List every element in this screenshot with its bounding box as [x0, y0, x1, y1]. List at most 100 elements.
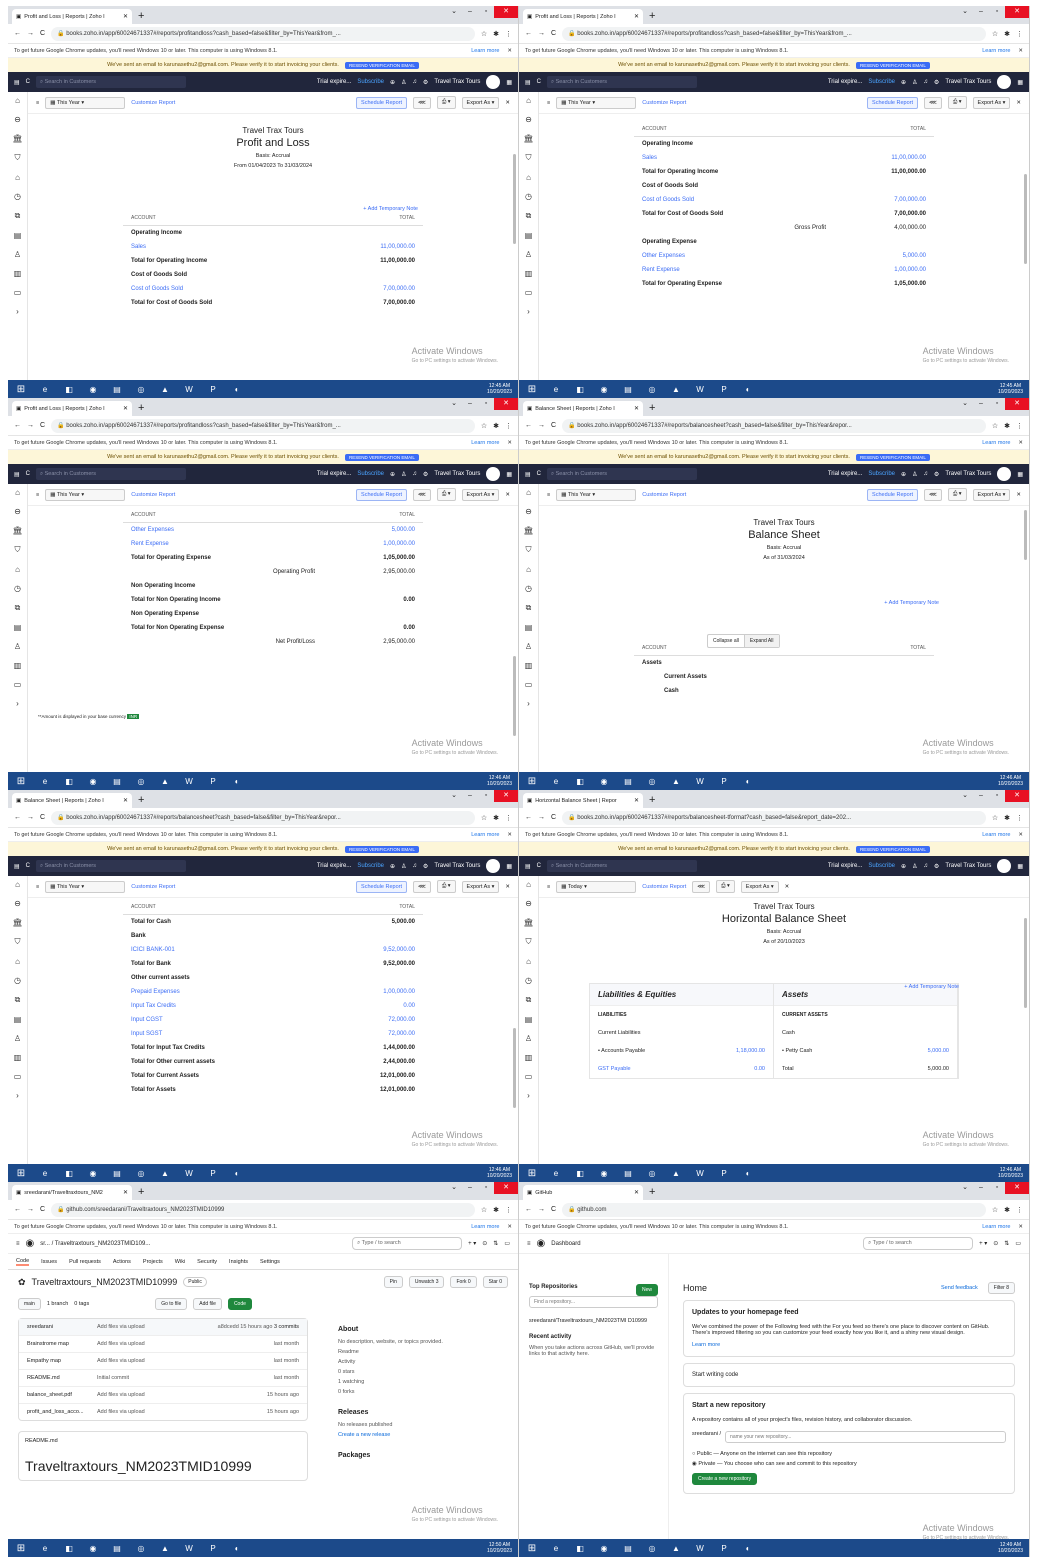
close-tab-icon[interactable]: ✕: [634, 405, 639, 412]
search-input[interactable]: ⌕ Search in Customers: [36, 860, 187, 872]
new-tab-button[interactable]: +: [138, 1185, 144, 1200]
file-name[interactable]: Brainstrome map: [27, 1341, 97, 1347]
reload-icon[interactable]: C: [551, 422, 556, 429]
close-icon[interactable]: ✕: [1005, 398, 1029, 410]
powerpoint-icon[interactable]: P: [717, 1542, 731, 1554]
ie-icon[interactable]: e: [549, 1167, 563, 1179]
gst-payable-row[interactable]: GST Payable 0.00: [590, 1060, 773, 1078]
reports-icon[interactable]: ▤: [525, 1015, 533, 1024]
org-switcher[interactable]: Travel Trax Tours: [434, 863, 480, 869]
tab-insights[interactable]: Insights: [229, 1259, 248, 1265]
inbox-icon[interactable]: ▭: [1015, 1240, 1021, 1247]
inbox-icon[interactable]: ▭: [504, 1240, 510, 1247]
search-input[interactable]: ⌕ Search in Customers: [547, 76, 698, 88]
org-switcher[interactable]: Travel Trax Tours: [945, 863, 991, 869]
schedule-report-button[interactable]: Schedule Report: [356, 488, 408, 501]
unwatch-button[interactable]: Unwatch 3: [408, 1276, 445, 1288]
gear-icon[interactable]: ⚙: [423, 863, 428, 870]
period-select[interactable]: ▦ Today ▾: [556, 880, 637, 893]
box-icon[interactable]: ▭: [14, 680, 22, 689]
hamburger-icon[interactable]: ≡: [36, 492, 39, 498]
word-icon[interactable]: W: [693, 383, 707, 395]
vlc-icon[interactable]: ▲: [158, 383, 172, 395]
repo-name[interactable]: Traveltraxtours_NM2023TMID10999: [32, 1277, 178, 1287]
report-row[interactable]: Cost of Goods Sold 7,00,000.00: [123, 282, 423, 296]
commit-hash[interactable]: a8dcedd: [218, 1324, 239, 1330]
chrome-icon[interactable]: ◎: [134, 1167, 148, 1179]
file-commit[interactable]: Add files via upload: [97, 1358, 274, 1364]
time-icon[interactable]: ◷: [525, 584, 532, 593]
share-icon[interactable]: ⋘: [924, 488, 942, 501]
learn-more-link[interactable]: Learn more: [982, 440, 1010, 446]
clock[interactable]: 12:49 AM 10/20/2023: [998, 1542, 1023, 1554]
paint-icon[interactable]: ◐: [230, 775, 244, 787]
contacts-icon[interactable]: ⊖: [14, 899, 21, 908]
plus-icon[interactable]: ⊕: [901, 471, 906, 478]
url-bar[interactable]: 🔒 books.zoho.in/app/60024671337#/reports…: [51, 418, 475, 433]
browser-tab[interactable]: ▣ Profit and Loss | Reports | Zoho I ✕: [12, 401, 132, 416]
close-tab-icon[interactable]: ✕: [634, 797, 639, 804]
hamburger-icon[interactable]: ≡: [36, 884, 39, 890]
paint-icon[interactable]: ◐: [230, 1167, 244, 1179]
home-icon[interactable]: ⌂: [526, 488, 531, 497]
windows-start-icon[interactable]: ⊞: [525, 1542, 539, 1554]
menu-icon[interactable]: ⋮: [505, 814, 512, 822]
windows-start-icon[interactable]: ⊞: [525, 1167, 539, 1179]
add-temp-note-link[interactable]: + Add Temporary Note: [363, 206, 418, 212]
menu-icon[interactable]: ⋮: [505, 1206, 512, 1214]
star-icon[interactable]: ☆: [992, 422, 998, 430]
share-icon[interactable]: ⋘: [413, 96, 431, 109]
purchases-icon[interactable]: ⌂: [526, 565, 531, 574]
word-icon[interactable]: W: [182, 1542, 196, 1554]
commits-link[interactable]: 3 commits: [274, 1324, 299, 1330]
customize-report-link[interactable]: Customize Report: [642, 884, 686, 890]
extensions-icon[interactable]: ✱: [493, 814, 499, 822]
maximize-icon[interactable]: ▫: [478, 398, 494, 410]
paint-icon[interactable]: ◐: [741, 1167, 755, 1179]
purchases-icon[interactable]: ⌂: [15, 565, 20, 574]
minimize-icon[interactable]: –: [462, 398, 478, 410]
close-infobar-icon[interactable]: ✕: [1018, 1224, 1023, 1230]
forward-icon[interactable]: →: [538, 1206, 545, 1213]
file-row[interactable]: balance_sheet.pdf Add files via upload 15 …: [19, 1386, 307, 1403]
bank-icon[interactable]: 🏛: [12, 526, 22, 535]
close-icon[interactable]: ✕: [494, 790, 518, 802]
hamburger-icon[interactable]: ≡: [16, 1241, 20, 1247]
forks-link[interactable]: 0 forks: [338, 1389, 498, 1395]
refresh-icon[interactable]: C: [26, 79, 30, 85]
close-infobar-icon[interactable]: ✕: [507, 1224, 512, 1230]
purchases-icon[interactable]: ⌂: [526, 173, 531, 182]
extensions-icon[interactable]: ✱: [1004, 30, 1010, 38]
customize-report-link[interactable]: Customize Report: [642, 492, 686, 498]
expand-icon[interactable]: ›: [527, 1091, 530, 1100]
ie-icon[interactable]: e: [549, 1542, 563, 1554]
people-icon[interactable]: ♙: [401, 863, 406, 870]
back-icon[interactable]: ←: [525, 814, 532, 821]
org-switcher[interactable]: Travel Trax Tours: [434, 471, 480, 477]
file-name[interactable]: Empathy map: [27, 1358, 97, 1364]
close-tab-icon[interactable]: ✕: [123, 405, 128, 412]
maximize-icon[interactable]: ▫: [989, 6, 1005, 18]
customize-report-link[interactable]: Customize Report: [131, 100, 175, 106]
export-button[interactable]: Export As ▾: [972, 96, 1011, 109]
star-icon[interactable]: ☆: [992, 1206, 998, 1214]
new-tab-button[interactable]: +: [649, 9, 655, 24]
word-icon[interactable]: W: [693, 1167, 707, 1179]
paint-icon[interactable]: ◐: [230, 383, 244, 395]
close-report-icon[interactable]: ✕: [505, 100, 510, 106]
contacts-icon[interactable]: ⊖: [14, 507, 21, 516]
avatar[interactable]: [997, 75, 1012, 89]
org-switcher[interactable]: Travel Trax Tours: [945, 471, 991, 477]
avatar[interactable]: [486, 467, 501, 481]
reload-icon[interactable]: C: [551, 814, 556, 821]
resend-verification-button[interactable]: RESEND VERIFICATION EMAIL: [855, 453, 930, 461]
box-icon[interactable]: ▭: [14, 1072, 22, 1081]
print-icon[interactable]: ⎙ ▾: [716, 880, 735, 893]
hamburger-icon[interactable]: ≡: [547, 100, 550, 106]
minimize-icon[interactable]: –: [462, 1182, 478, 1194]
period-select[interactable]: ▦ This Year ▾: [45, 880, 126, 893]
documents-icon[interactable]: ⧉: [526, 603, 532, 613]
customize-report-link[interactable]: Customize Report: [642, 100, 686, 106]
org-switcher[interactable]: Travel Trax Tours: [945, 79, 991, 85]
vlc-icon[interactable]: ▲: [669, 1542, 683, 1554]
